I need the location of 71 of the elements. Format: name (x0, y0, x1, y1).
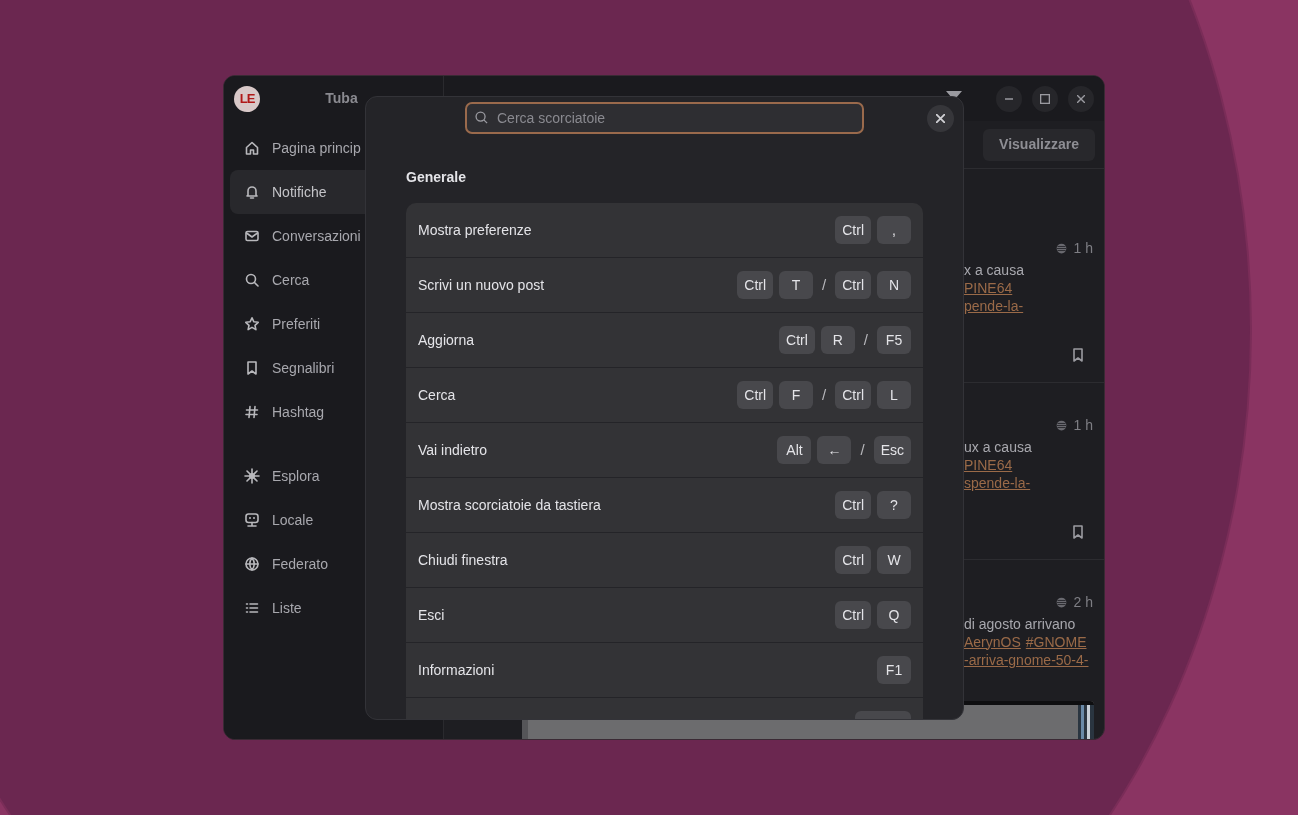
keycap: Q (877, 601, 911, 629)
home-icon (244, 140, 260, 156)
bookmark-icon[interactable] (1070, 524, 1086, 540)
keycap: Ctrl (779, 326, 815, 354)
minimize-icon (1005, 97, 1013, 100)
bell-icon (244, 184, 260, 200)
minimize-button[interactable] (996, 85, 1022, 112)
monitor-icon (244, 512, 260, 528)
keycap: L (877, 381, 911, 409)
search-icon (474, 110, 489, 125)
keycap: Ctrl (835, 216, 871, 244)
keycap: R (820, 326, 855, 354)
shortcut-label: Esci (418, 605, 445, 625)
keycap: ← (817, 436, 852, 464)
app-logo: LE (234, 85, 260, 112)
post-time: 1 h (1073, 238, 1093, 258)
keycap: Ctrl (737, 381, 774, 409)
shortcut-label: Mostra preferenze (418, 220, 532, 240)
keycap: , (877, 216, 911, 244)
keycap: F (779, 381, 814, 409)
post-text: x a causa (964, 260, 1024, 280)
globe-icon (1054, 241, 1068, 255)
close-button[interactable] (1068, 85, 1094, 112)
bookmark-icon (244, 360, 260, 376)
post-text: di agosto arrivano (964, 614, 1076, 634)
keycap: Ctrl (835, 381, 871, 409)
keycap: T (779, 271, 814, 299)
search-icon (244, 272, 260, 288)
keycap: Ctrl (737, 271, 774, 299)
close-button[interactable] (927, 105, 954, 132)
bookmark-icon[interactable] (1070, 347, 1086, 363)
shortcut-label: Mostra scorciatoie da tastiera (418, 495, 601, 515)
globe-icon (244, 556, 260, 572)
keycap: Ctrl (835, 271, 871, 299)
shortcut-label: Scrivi un nuovo post (418, 275, 545, 295)
keycap: W (877, 546, 911, 574)
keycap: Ctrl (835, 601, 871, 629)
close-icon (1077, 94, 1085, 103)
post-time: 2 h (1073, 592, 1093, 612)
shortcut-label: Informazioni (418, 660, 495, 680)
keycap: Esc (873, 436, 911, 464)
app-title: Tuba (324, 89, 359, 108)
globe-icon (1054, 418, 1068, 432)
keycap: Alt (777, 436, 812, 464)
key-separator: / (859, 439, 866, 460)
view-button[interactable]: Visualizzare (983, 128, 1095, 161)
keycap: ? (877, 491, 911, 519)
maximize-icon (1040, 93, 1050, 104)
globe-icon (1054, 595, 1068, 609)
sparkle-icon (244, 468, 260, 484)
key-separator: / (862, 329, 869, 350)
envelope-icon (244, 228, 260, 244)
keycap: Ctrl (835, 546, 871, 574)
keycap: Ctrl (835, 491, 871, 519)
search-field[interactable]: Cerca scorciatoie (465, 102, 864, 134)
post-time: 1 h (1073, 415, 1093, 435)
key-separator: / (821, 384, 828, 405)
maximize-button[interactable] (1032, 85, 1058, 112)
shortcut-label: Chiudi finestra (418, 550, 508, 570)
keycap: F1 (877, 656, 911, 684)
hash-icon (244, 404, 260, 420)
shortcut-label: Aggiorna (418, 330, 475, 350)
list-icon (244, 600, 260, 616)
shortcut-label: Vai indietro (418, 440, 487, 460)
keycap: N (877, 271, 911, 299)
post-text: ux a causa (964, 437, 1032, 457)
close-icon (936, 114, 945, 123)
shortcut-label: Cerca (418, 385, 456, 405)
keycap: F5 (877, 326, 911, 354)
star-icon (244, 316, 260, 332)
key-separator: / (821, 274, 828, 295)
